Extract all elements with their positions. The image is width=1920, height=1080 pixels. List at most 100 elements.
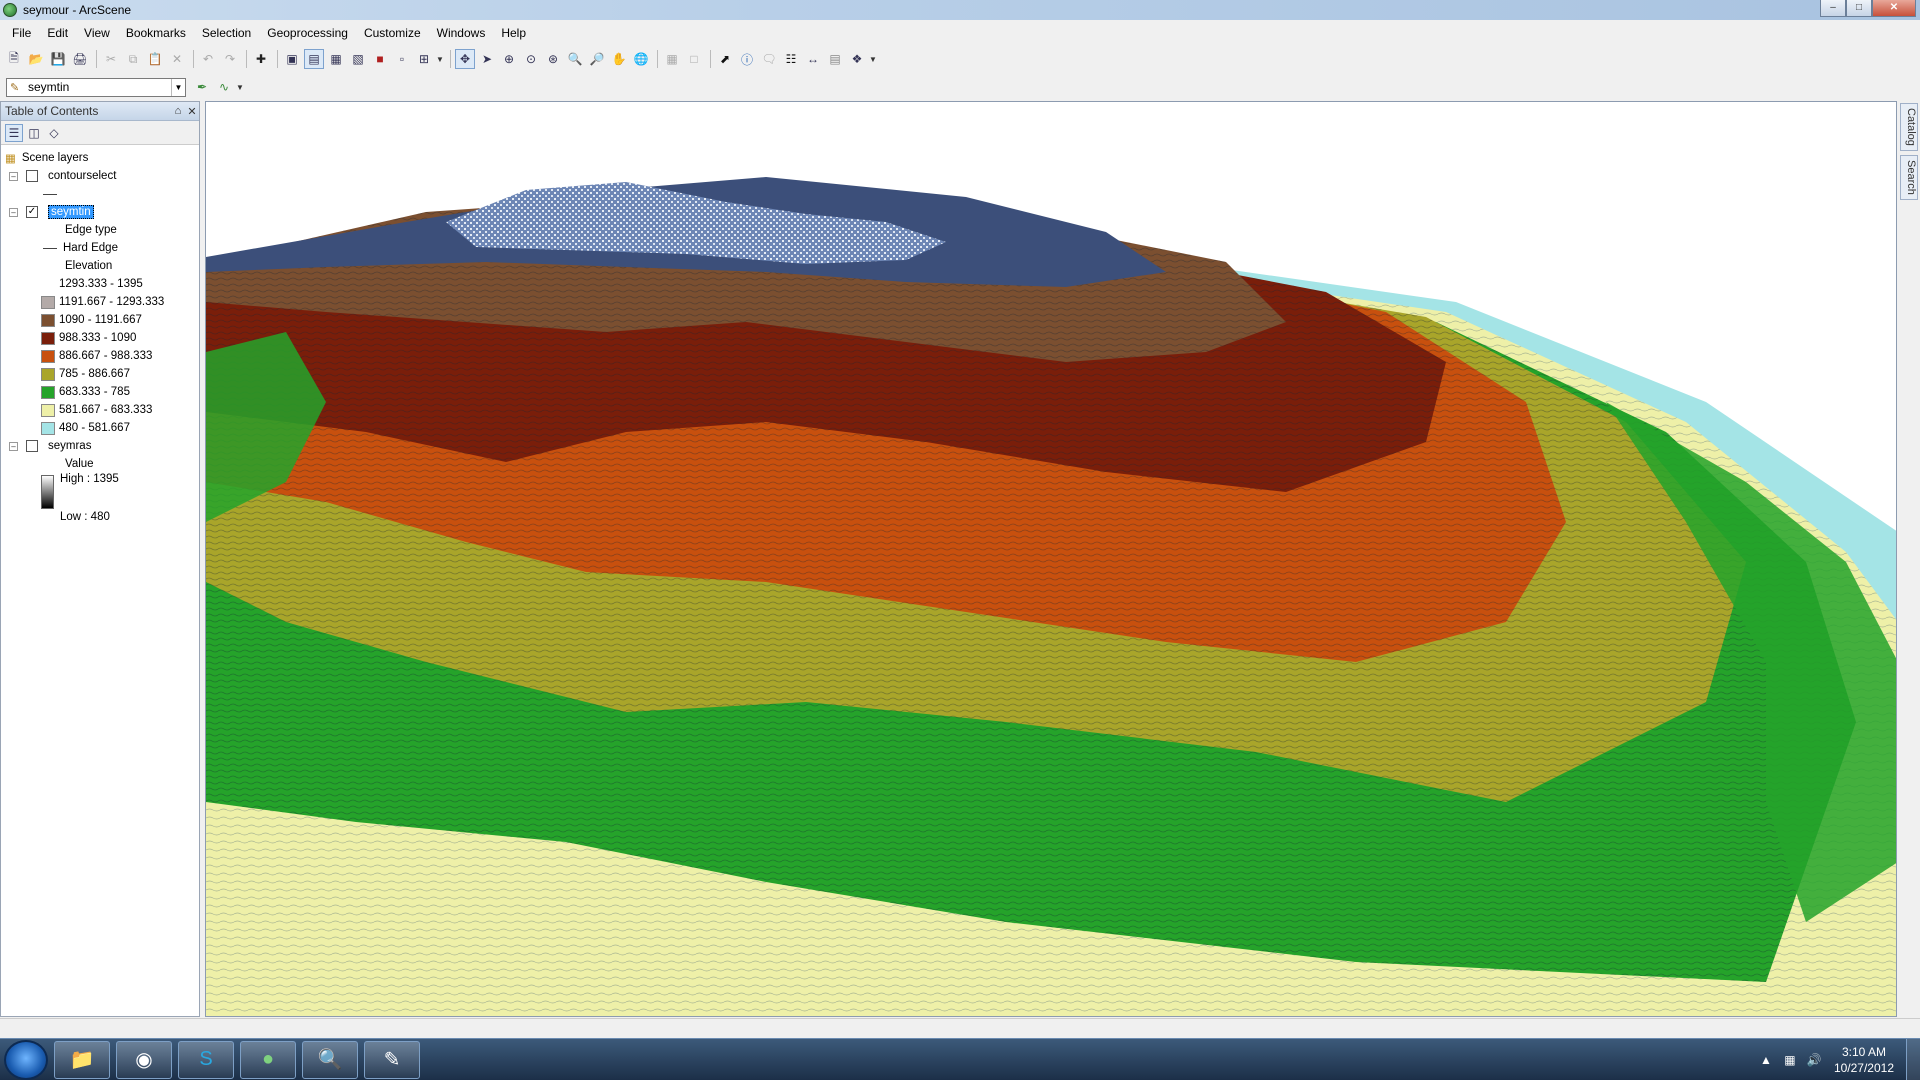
select-features-icon[interactable]: ▦ — [662, 49, 682, 69]
zoom-in-icon[interactable]: 🔍 — [565, 49, 585, 69]
paste-icon[interactable]: 📋 — [145, 49, 165, 69]
collapse-icon[interactable]: – — [9, 441, 18, 451]
navigate-icon[interactable]: ✥ — [455, 49, 475, 69]
fly-icon[interactable]: ➤ — [477, 49, 497, 69]
minimize-button[interactable]: – — [1820, 0, 1846, 17]
3d-effects-icon[interactable]: ❖ — [847, 49, 867, 69]
catalog-window-icon[interactable]: ▦ — [326, 49, 346, 69]
color-swatch[interactable] — [41, 403, 55, 417]
layer-visibility-checkbox[interactable] — [26, 440, 38, 452]
start-button[interactable] — [4, 1039, 48, 1080]
taskbar-chrome-icon[interactable]: ◉ — [116, 1040, 172, 1079]
model-builder-icon[interactable]: ⊞ — [414, 49, 434, 69]
list-by-drawing-order-icon[interactable]: ☰ — [5, 123, 23, 142]
toolbar-overflow-icon[interactable]: ▼ — [436, 55, 446, 64]
scene-layers-root[interactable]: ▦ Scene layers — [1, 149, 199, 167]
legend-item[interactable]: 683.333 - 785 — [1, 383, 199, 401]
menu-customize[interactable]: Customize — [356, 24, 429, 42]
layer-visibility-checkbox[interactable] — [26, 170, 38, 182]
layer-name[interactable]: seymras — [48, 440, 91, 452]
zoom-to-target-icon[interactable]: ⊙ — [521, 49, 541, 69]
taskbar-search-icon[interactable]: 🔍 — [302, 1040, 358, 1079]
legend-item[interactable]: 581.667 - 683.333 — [1, 401, 199, 419]
color-swatch[interactable] — [41, 313, 55, 327]
color-swatch[interactable] — [41, 349, 55, 363]
line-symbol[interactable] — [43, 193, 57, 195]
menu-file[interactable]: File — [4, 24, 39, 42]
layer-row-seymras[interactable]: – seymras — [1, 437, 199, 455]
select-elements-icon[interactable]: ⬈ — [715, 49, 735, 69]
taskbar-arcscene-icon[interactable]: ● — [240, 1040, 296, 1079]
identify-icon[interactable]: ⓘ — [737, 49, 757, 69]
layer-name[interactable]: seymtin — [48, 205, 94, 219]
collapse-icon[interactable]: – — [9, 207, 18, 217]
delete-icon[interactable]: ✕ — [167, 49, 187, 69]
cut-icon[interactable]: ✂ — [101, 49, 121, 69]
list-by-visibility-icon[interactable]: ◇ — [45, 124, 63, 142]
legend-item[interactable]: 1293.333 - 1395 — [1, 275, 199, 293]
catalog-tab[interactable]: Catalog — [1900, 103, 1918, 151]
maximize-button[interactable]: □ — [1846, 0, 1872, 17]
layer-row-seymtin[interactable]: – ✓ seymtin — [1, 203, 199, 221]
taskbar-explorer-icon[interactable]: 📁 — [54, 1040, 110, 1079]
legend-item[interactable]: 886.667 - 988.333 — [1, 347, 199, 365]
scene-view[interactable] — [205, 101, 1897, 1017]
zoom-out-icon[interactable]: 🔎 — [587, 49, 607, 69]
legend-item[interactable]: 785 - 886.667 — [1, 365, 199, 383]
pan-icon[interactable]: ✋ — [609, 49, 629, 69]
chevron-down-icon[interactable]: ▼ — [171, 78, 185, 96]
new-document-icon[interactable]: 🗎 — [4, 49, 24, 69]
clear-selection-icon[interactable]: □ — [684, 49, 704, 69]
copy-icon[interactable]: ⧉ — [123, 49, 143, 69]
interpolate-line-icon[interactable]: ✒ — [192, 77, 212, 97]
search-tab[interactable]: Search — [1900, 154, 1918, 200]
animation-icon[interactable]: ▤ — [825, 49, 845, 69]
legend-item[interactable]: 1191.667 - 1293.333 — [1, 293, 199, 311]
undo-icon[interactable]: ↶ — [198, 49, 218, 69]
legend-item[interactable]: Hard Edge — [1, 239, 199, 257]
show-hidden-icons-icon[interactable]: ▲ — [1758, 1053, 1774, 1067]
arctoolbox-icon[interactable]: ■ — [370, 49, 390, 69]
save-icon[interactable]: 💾 — [48, 49, 68, 69]
color-swatch[interactable] — [41, 421, 55, 435]
search-window-icon[interactable]: ▧ — [348, 49, 368, 69]
python-window-icon[interactable]: ▫ — [392, 49, 412, 69]
color-swatch[interactable] — [41, 385, 55, 399]
legend-item[interactable]: 1090 - 1191.667 — [1, 311, 199, 329]
clock[interactable]: 3:10 AM 10/27/2012 — [1834, 1044, 1894, 1076]
menu-geoprocessing[interactable]: Geoprocessing — [259, 24, 356, 42]
layer-visibility-checkbox[interactable]: ✓ — [26, 206, 38, 218]
line-of-sight-icon[interactable]: ∿ — [214, 77, 234, 97]
close-icon[interactable]: ✕ — [185, 105, 199, 118]
menu-selection[interactable]: Selection — [194, 24, 259, 42]
html-popup-icon[interactable]: 🗨 — [759, 49, 779, 69]
list-by-source-icon[interactable]: ◫ — [25, 124, 43, 142]
layer-name[interactable]: contourselect — [48, 170, 116, 182]
line-symbol[interactable] — [43, 247, 57, 249]
color-swatch[interactable] — [41, 367, 55, 381]
menu-help[interactable]: Help — [493, 24, 534, 42]
color-swatch[interactable] — [41, 331, 55, 345]
menu-windows[interactable]: Windows — [429, 24, 494, 42]
menu-view[interactable]: View — [76, 24, 118, 42]
toolbar-overflow-icon[interactable]: ▼ — [869, 55, 879, 64]
toolbar-overflow-icon[interactable]: ▼ — [236, 83, 246, 92]
layer-selector[interactable]: ✎ seymtin ▼ — [6, 77, 186, 97]
network-icon[interactable]: ▦ — [1782, 1053, 1798, 1067]
target-center-icon[interactable]: ⊕ — [499, 49, 519, 69]
pin-icon[interactable]: ⌂ — [171, 105, 185, 117]
taskbar-paint-icon[interactable]: ✎ — [364, 1040, 420, 1079]
full-extent-icon[interactable]: 🌐 — [631, 49, 651, 69]
legend-item[interactable]: 480 - 581.667 — [1, 419, 199, 437]
find-icon[interactable]: ☷ — [781, 49, 801, 69]
color-swatch[interactable] — [41, 295, 55, 309]
redo-icon[interactable]: ↷ — [220, 49, 240, 69]
legend-color-ramp[interactable]: High : 1395 Low : 480 — [1, 473, 199, 529]
layer-row-contourselect[interactable]: – contourselect — [1, 167, 199, 185]
volume-icon[interactable]: 🔊 — [1806, 1053, 1822, 1067]
scene-properties-icon[interactable]: ▣ — [282, 49, 302, 69]
close-button[interactable]: ✕ — [1872, 0, 1916, 17]
menu-edit[interactable]: Edit — [39, 24, 76, 42]
arcscene-app-icon[interactable] — [3, 3, 17, 17]
open-icon[interactable]: 📂 — [26, 49, 46, 69]
